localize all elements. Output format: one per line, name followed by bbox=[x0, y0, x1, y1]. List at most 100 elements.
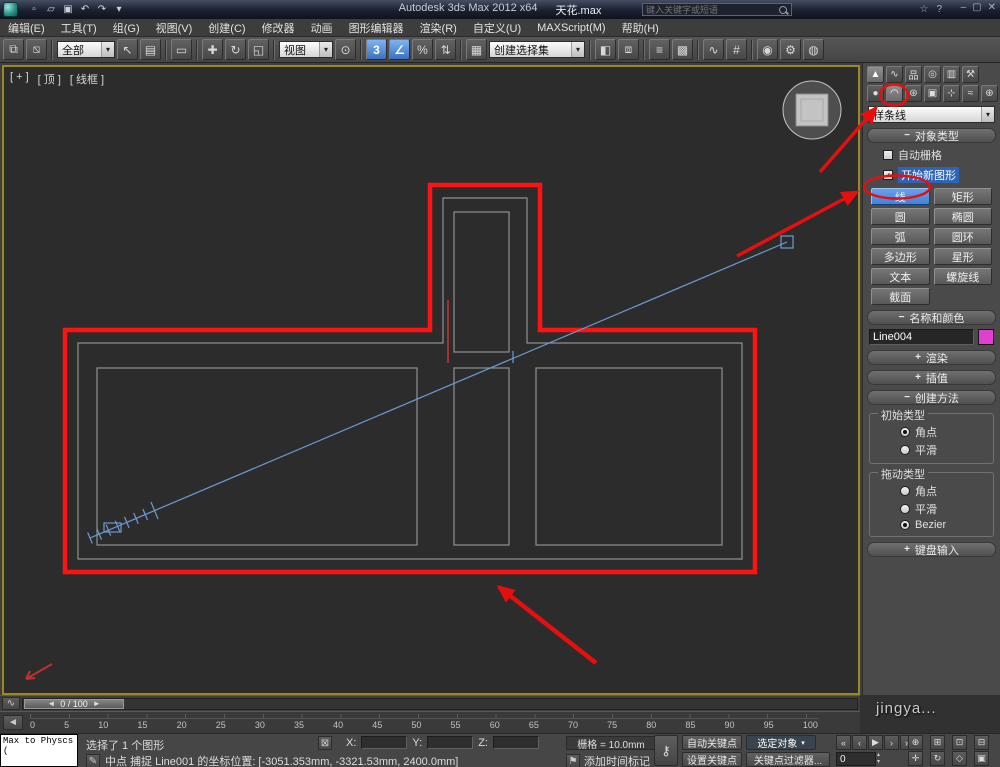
circle-button[interactable]: 圆 bbox=[871, 208, 930, 225]
maximize-button[interactable]: ▢ bbox=[972, 2, 981, 13]
search-icon[interactable] bbox=[779, 5, 787, 14]
graphite-ribbon-icon[interactable]: ▩ bbox=[672, 39, 693, 60]
orbit-icon[interactable]: ↻ bbox=[930, 751, 945, 766]
tab-utilities-icon[interactable]: ⚒ bbox=[962, 66, 979, 83]
text-button[interactable]: 文本 bbox=[871, 268, 930, 285]
rotate-icon[interactable]: ↻ bbox=[225, 39, 246, 60]
track-bar[interactable]: ◄ 0 5 10 15 20 25 30 35 40 45 50 55 60 65 70 75 80 85 90 95… bbox=[0, 711, 860, 733]
edit-named-selections-icon[interactable]: ▦ bbox=[466, 39, 487, 60]
app-logo-icon[interactable] bbox=[3, 2, 18, 17]
menu-item[interactable]: 编辑(E) bbox=[0, 19, 53, 36]
mirror-icon[interactable]: ◧ bbox=[595, 39, 616, 60]
save-file-icon[interactable]: ▣ bbox=[61, 3, 75, 17]
scale-icon[interactable]: ◱ bbox=[248, 39, 269, 60]
menu-item[interactable]: 动画 bbox=[303, 19, 341, 36]
z-coordinate-field[interactable] bbox=[492, 736, 539, 749]
schematic-view-icon[interactable]: # bbox=[726, 39, 747, 60]
favorites-icon[interactable]: ☆ bbox=[919, 4, 928, 15]
material-editor-icon[interactable]: ◉ bbox=[757, 39, 778, 60]
menu-item[interactable]: 渲染(R) bbox=[412, 19, 465, 36]
start-new-shape-checkbox[interactable] bbox=[883, 170, 893, 180]
select-region-icon[interactable]: ▭ bbox=[171, 39, 192, 60]
selection-filter-dropdown[interactable]: 全部 ▾ bbox=[57, 41, 115, 58]
autogrid-checkbox[interactable] bbox=[883, 150, 893, 160]
undo-icon[interactable]: ↶ bbox=[78, 3, 92, 17]
category-helpers-icon[interactable]: ⊹ bbox=[943, 85, 960, 102]
tab-modify-icon[interactable]: ∿ bbox=[886, 66, 903, 83]
use-pivot-point-icon[interactable]: ⊙ bbox=[335, 39, 356, 60]
reference-coordinate-dropdown[interactable]: 视图 ▾ bbox=[279, 41, 333, 58]
tab-motion-icon[interactable]: ◎ bbox=[924, 66, 941, 83]
viewport-general-menu[interactable]: [ + ] bbox=[10, 71, 29, 87]
tab-hierarchy-icon[interactable]: 品 bbox=[905, 66, 922, 83]
open-mini-curve-editor-button[interactable]: ∿ bbox=[2, 697, 20, 710]
radio-initial-corner[interactable]: 角点 bbox=[900, 424, 989, 440]
spinner-snap-icon[interactable]: ⇅ bbox=[435, 39, 456, 60]
color-swatch[interactable] bbox=[978, 329, 994, 345]
close-button[interactable]: ✕ bbox=[988, 2, 996, 13]
previous-frame-icon[interactable]: ‹ bbox=[852, 735, 867, 750]
menu-item[interactable]: 视图(V) bbox=[148, 19, 201, 36]
category-cameras-icon[interactable]: ▣ bbox=[924, 85, 941, 102]
rollout-name-color[interactable]: − 名称和颜色 bbox=[867, 310, 996, 325]
go-to-start-icon[interactable]: « bbox=[836, 735, 851, 750]
time-slider-track[interactable]: ◄ 0 / 100 ► bbox=[22, 697, 858, 710]
add-time-tag[interactable]: ⚑ 添加时间标记 bbox=[566, 753, 650, 767]
next-frame-icon[interactable]: › bbox=[884, 735, 899, 750]
new-file-icon[interactable]: ▫ bbox=[27, 3, 41, 17]
viewport-top[interactable]: [ + ] [ 顶 ] [ 线框 ] bbox=[2, 65, 860, 695]
select-and-link-icon[interactable]: ⧉ bbox=[3, 39, 24, 60]
viewport-pov-label[interactable]: [ 顶 ] bbox=[38, 71, 61, 87]
rollout-creation-method[interactable]: − 创建方法 bbox=[867, 390, 996, 405]
object-name-field[interactable] bbox=[869, 329, 974, 345]
pan-icon[interactable]: ✛ bbox=[908, 751, 923, 766]
line-button[interactable]: 线 bbox=[871, 188, 930, 205]
arc-button[interactable]: 弧 bbox=[871, 228, 930, 245]
chevron-down-icon[interactable]: ▾ bbox=[319, 42, 332, 57]
curve-editor-icon[interactable]: ∿ bbox=[703, 39, 724, 60]
frame-back-icon[interactable]: ◄ bbox=[47, 699, 55, 708]
unlink-selection-icon[interactable]: ⧅ bbox=[26, 39, 47, 60]
open-file-icon[interactable]: ▱ bbox=[44, 3, 58, 17]
radio-drag-smooth[interactable]: 平滑 bbox=[900, 501, 989, 517]
spinner-up-icon[interactable]: ▴ bbox=[877, 752, 880, 759]
ellipse-button[interactable]: 椭圆 bbox=[933, 208, 992, 225]
menu-item[interactable]: 修改器 bbox=[254, 19, 303, 36]
menu-item[interactable]: 工具(T) bbox=[53, 19, 105, 36]
move-icon[interactable]: ✚ bbox=[202, 39, 223, 60]
play-icon[interactable]: ▶ bbox=[868, 735, 883, 750]
viewcube[interactable] bbox=[782, 80, 842, 140]
trackbar-mini-button[interactable]: ◄ bbox=[3, 715, 23, 730]
maximize-viewport-icon[interactable]: ▣ bbox=[974, 751, 989, 766]
time-slider-handle[interactable]: ◄ 0 / 100 ► bbox=[24, 698, 124, 709]
named-selection-dropdown[interactable]: 创建选择集 ▾ bbox=[489, 41, 585, 58]
category-systems-icon[interactable]: ⊕ bbox=[981, 85, 998, 102]
star-button[interactable]: 星形 bbox=[933, 248, 992, 265]
frame-spinner[interactable]: ▴ ▾ bbox=[877, 752, 880, 766]
menu-item[interactable]: 自定义(U) bbox=[465, 19, 529, 36]
viewport-shading-label[interactable]: [ 线框 ] bbox=[70, 71, 104, 87]
search-input[interactable] bbox=[643, 4, 779, 15]
rollout-rendering[interactable]: + 渲染 bbox=[867, 350, 996, 365]
category-spacewarps-icon[interactable]: ≈ bbox=[962, 85, 979, 102]
helix-button[interactable]: 螺旋线 bbox=[933, 268, 992, 285]
radio-drag-bezier[interactable]: Bezier bbox=[900, 519, 989, 531]
zoom-all-icon[interactable]: ⊞ bbox=[930, 735, 945, 750]
floorplan-red-outline[interactable] bbox=[62, 182, 758, 575]
chevron-down-icon[interactable]: ▾ bbox=[101, 42, 114, 57]
menu-item[interactable]: MAXScript(M) bbox=[529, 19, 613, 36]
redo-icon[interactable]: ↷ bbox=[95, 3, 109, 17]
percent-snap-icon[interactable]: % bbox=[412, 39, 433, 60]
category-geometry-icon[interactable]: ● bbox=[867, 85, 884, 102]
section-button[interactable]: 截面 bbox=[871, 288, 930, 305]
chevron-down-icon[interactable]: ▾ bbox=[571, 42, 584, 57]
ngon-button[interactable]: 多边形 bbox=[871, 248, 930, 265]
zoom-extents-icon[interactable]: ⊡ bbox=[952, 735, 967, 750]
auto-key-button[interactable]: 自动关键点 bbox=[682, 735, 742, 750]
menu-item[interactable]: 组(G) bbox=[105, 19, 148, 36]
snaps-toggle-icon[interactable]: 3 bbox=[366, 39, 387, 60]
menu-item[interactable]: 帮助(H) bbox=[614, 19, 667, 36]
render-setup-icon[interactable]: ⚙ bbox=[780, 39, 801, 60]
qat-dropdown-icon[interactable]: ▾ bbox=[112, 3, 126, 17]
render-production-icon[interactable]: ◍ bbox=[803, 39, 824, 60]
